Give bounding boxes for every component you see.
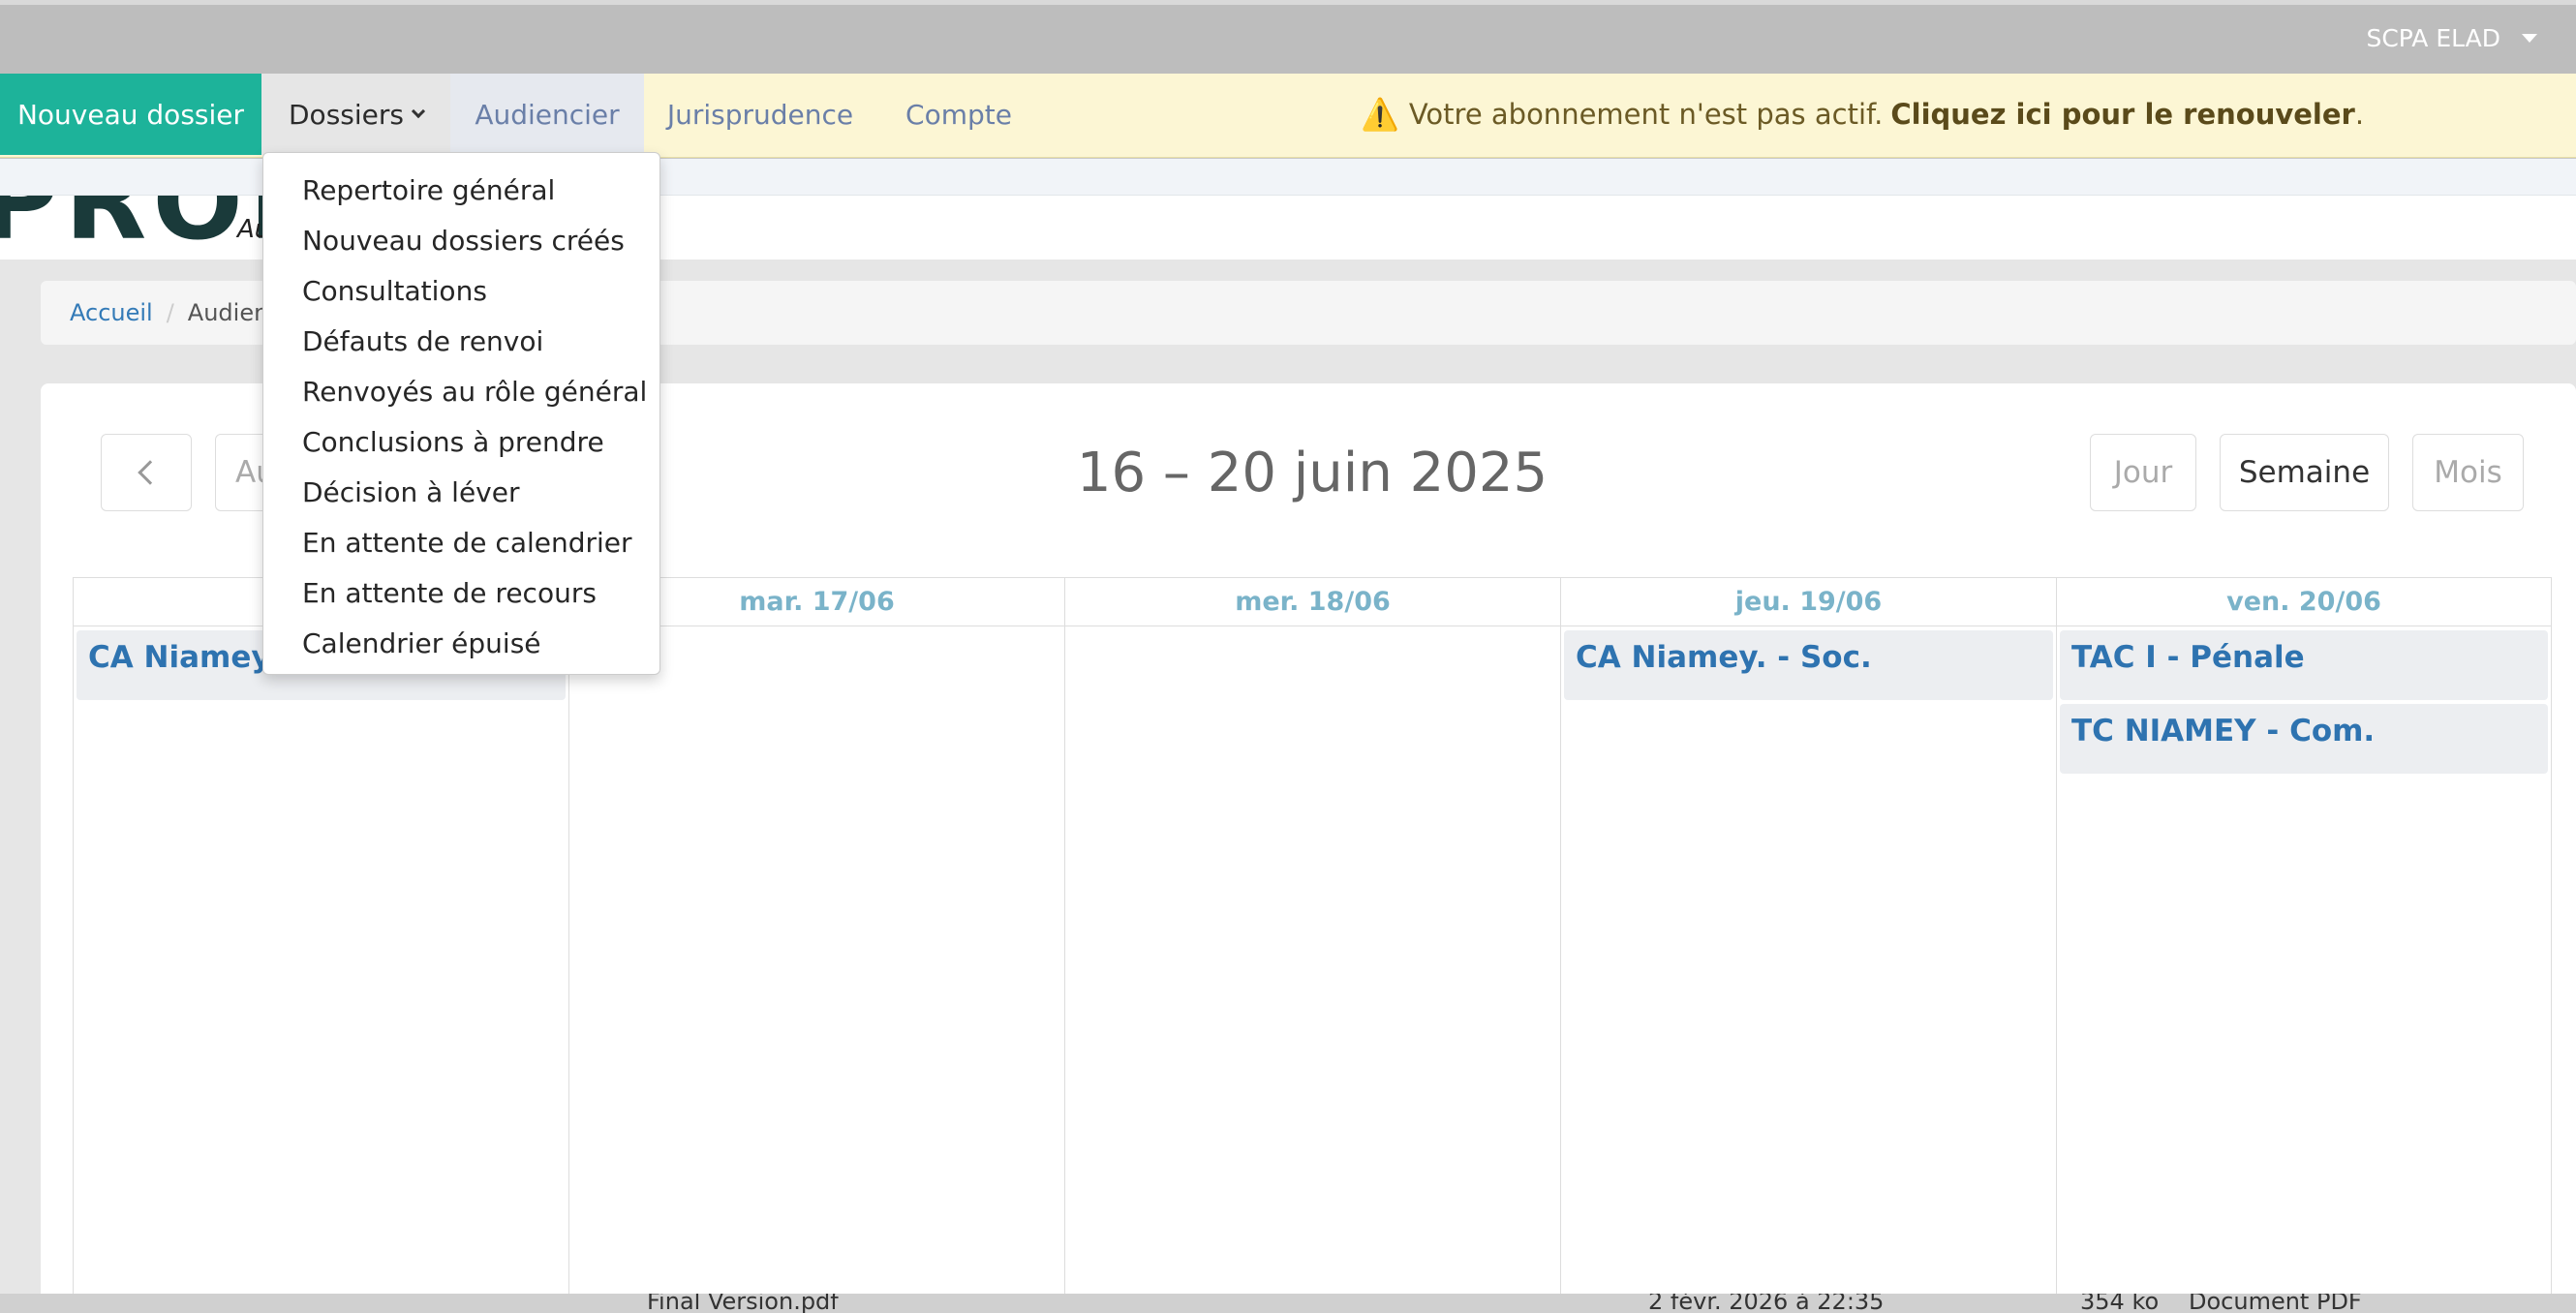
day-header[interactable]: mer. 18/06 [1065, 578, 1560, 626]
calendar-event[interactable]: CA Niamey. - Soc. [1564, 630, 2053, 700]
menu-item-defauts-renvoi[interactable]: Défauts de renvoi [263, 316, 659, 366]
menu-item-calendrier-epuise[interactable]: Calendrier épuisé [263, 618, 659, 668]
renew-link[interactable]: Cliquez ici pour le renouveler [1890, 98, 2354, 131]
menu-item-attente-calendrier[interactable]: En attente de calendrier [263, 517, 659, 567]
day-column-tue: mar. 17/06 [569, 578, 1065, 1313]
alert-text: Votre abonnement n'est pas actif. [1408, 98, 1884, 131]
menu-item-consultations[interactable]: Consultations [263, 265, 659, 316]
day-header[interactable]: jeu. 19/06 [1561, 578, 2056, 626]
calendar-event[interactable]: TC NIAMEY - Com. [2060, 704, 2548, 774]
background-finder-row: Final Version.pdf 2 févr. 2026 à 22:35 3… [0, 1294, 2576, 1313]
menu-item-renvoyes-role-general[interactable]: Renvoyés au rôle général [263, 366, 659, 416]
dossiers-dropdown-menu: Repertoire général Nouveau dossiers créé… [262, 152, 660, 675]
day-column-wed: mer. 18/06 [1065, 578, 1561, 1313]
view-day-button[interactable]: Jour [2090, 434, 2196, 511]
breadcrumb-home[interactable]: Accueil [70, 299, 153, 326]
menu-item-attente-recours[interactable]: En attente de recours [263, 567, 659, 618]
subscription-alert: ⚠️ Votre abonnement n'est pas actif. Cli… [1361, 74, 2364, 155]
nav-audiencier[interactable]: Audiencier [450, 74, 644, 155]
breadcrumb-separator: / [166, 299, 174, 326]
menu-item-conclusions[interactable]: Conclusions à prendre [263, 416, 659, 467]
chevron-left-icon [138, 460, 163, 485]
day-column-fri: ven. 20/06 TAC I - Pénale TC NIAMEY - Co… [2057, 578, 2551, 1313]
menu-item-repertoire-general[interactable]: Repertoire général [263, 165, 659, 215]
finder-file-date: 2 févr. 2026 à 22:35 [1648, 1294, 1885, 1313]
user-menu[interactable]: SCPA ELAD [2366, 24, 2537, 52]
menu-item-decision-lever[interactable]: Décision à léver [263, 467, 659, 517]
main-navbar: Nouveau dossier Dossiers Audiencier Juri… [0, 74, 2576, 158]
calendar-event[interactable]: TAC I - Pénale [2060, 630, 2548, 700]
finder-file-kind: Document PDF [2189, 1294, 2362, 1313]
nav-compte[interactable]: Compte [876, 74, 1041, 155]
day-column-thu: jeu. 19/06 CA Niamey. - Soc. [1561, 578, 2057, 1313]
finder-file-size: 354 ko [2080, 1294, 2160, 1313]
day-header[interactable]: ven. 20/06 [2057, 578, 2551, 626]
top-bar: SCPA ELAD [0, 0, 2576, 74]
new-folder-button[interactable]: Nouveau dossier [0, 74, 261, 155]
prev-week-button[interactable] [101, 434, 192, 511]
chevron-down-icon [411, 104, 426, 119]
breadcrumb-current: Audien [187, 299, 269, 326]
calendar-title: 16 – 20 juin 2025 [1076, 441, 1549, 504]
warning-icon: ⚠️ [1361, 96, 1399, 133]
user-name: SCPA ELAD [2366, 24, 2500, 52]
alert-suffix: . [2354, 98, 2365, 131]
nav-dossiers-label: Dossiers [289, 98, 404, 131]
finder-file-name: Final Version.pdf [647, 1294, 839, 1313]
nav-jurisprudence[interactable]: Jurisprudence [644, 74, 876, 155]
view-week-button[interactable]: Semaine [2220, 434, 2389, 511]
nav-dossiers[interactable]: Dossiers [261, 74, 450, 155]
view-month-button[interactable]: Mois [2412, 434, 2524, 511]
menu-item-nouveaux-dossiers[interactable]: Nouveau dossiers créés [263, 215, 659, 265]
calendar-grid: l CA Niamey. mar. 17/06 mer. 18/06 jeu. … [73, 577, 2552, 1313]
day-column-mon: l CA Niamey. [74, 578, 569, 1313]
caret-down-icon [2522, 34, 2537, 43]
